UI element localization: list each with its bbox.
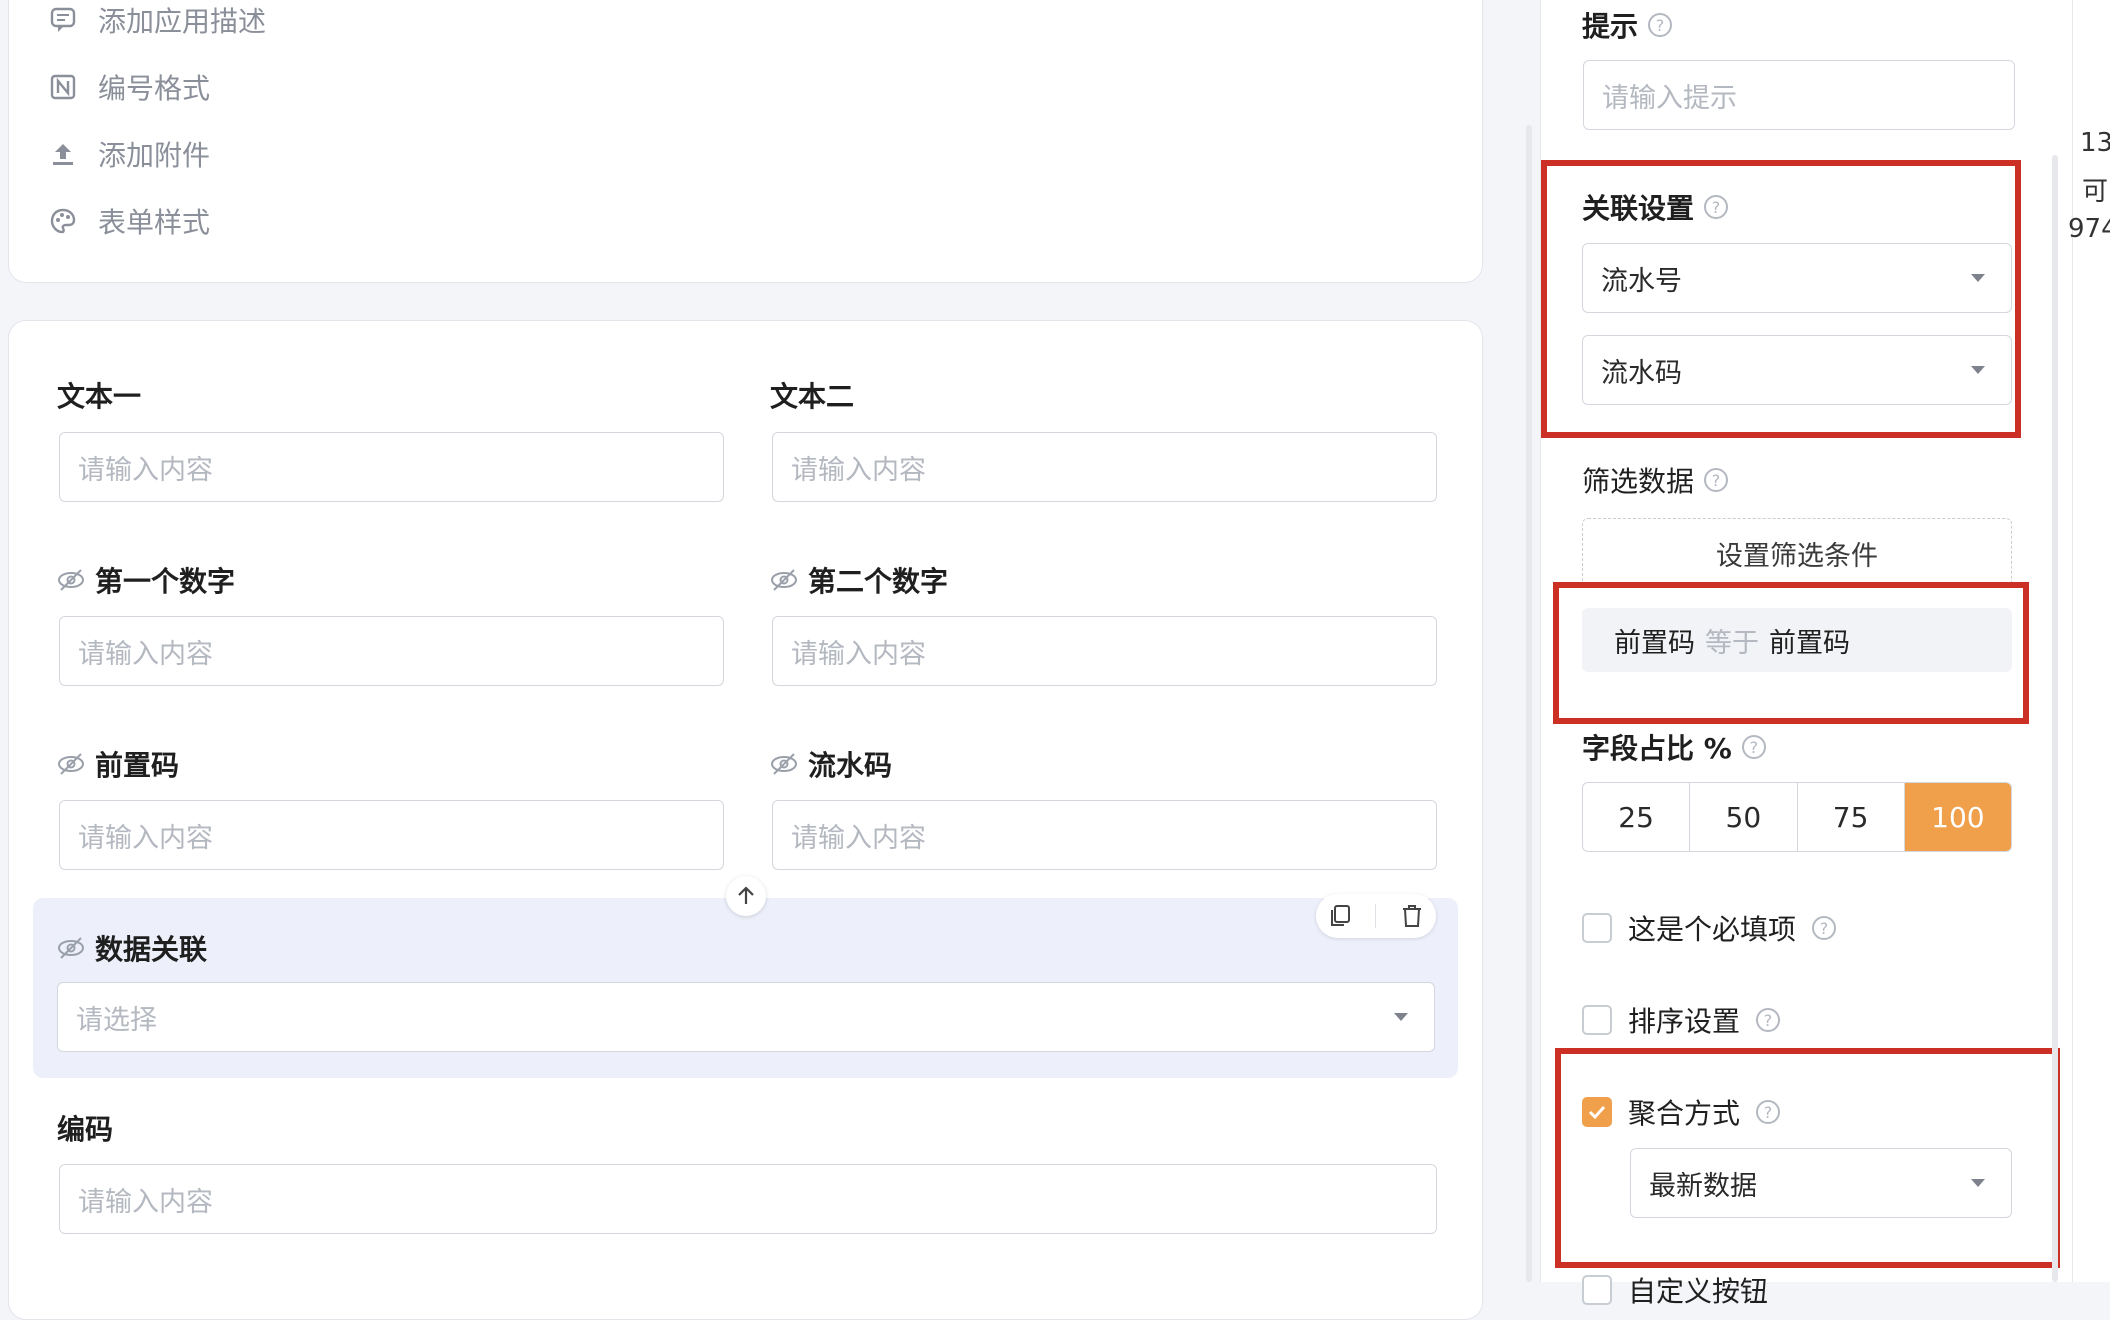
relation-select[interactable]: 请选择 bbox=[57, 982, 1435, 1052]
custom-button-label: 自定义按钮 bbox=[1628, 1275, 1769, 1308]
trash-icon[interactable] bbox=[1399, 903, 1425, 929]
filter-data-label: 筛选数据? bbox=[1582, 460, 1729, 500]
menu-item-add-description[interactable]: 添加应用描述 bbox=[50, 0, 266, 40]
field-label-num1: 第一个数字 bbox=[57, 560, 235, 600]
menu-item-label: 添加应用描述 bbox=[98, 5, 267, 38]
help-icon[interactable]: ? bbox=[1704, 468, 1729, 492]
field-label-text1: 文本一 bbox=[57, 380, 142, 413]
menu-item-form-style[interactable]: 表单样式 bbox=[50, 201, 210, 241]
field-label-num2: 第二个数字 bbox=[770, 560, 948, 600]
eye-hidden-icon bbox=[58, 569, 84, 591]
help-icon[interactable]: ? bbox=[1812, 916, 1837, 940]
settings-card bbox=[8, 0, 1483, 283]
palette-icon bbox=[50, 208, 76, 234]
form-scrollbar[interactable] bbox=[1526, 125, 1532, 1282]
field-label-prefix: 前置码 bbox=[57, 744, 179, 784]
relation-select-placeholder: 请选择 bbox=[76, 1004, 157, 1036]
help-icon[interactable]: ? bbox=[1756, 1008, 1781, 1032]
arrow-up-icon bbox=[738, 886, 754, 904]
sort-checkbox[interactable] bbox=[1582, 1005, 1612, 1035]
field-label-relation: 数据关联 bbox=[57, 928, 207, 968]
background-text: 可 bbox=[2082, 177, 2109, 207]
num2-input[interactable]: 请输入内容 bbox=[772, 616, 1437, 686]
num1-input[interactable]: 请输入内容 bbox=[59, 616, 724, 686]
custom-button-option[interactable]: 自定义按钮 bbox=[1582, 1270, 1768, 1310]
toolbar-divider bbox=[1375, 904, 1377, 928]
comment-icon bbox=[50, 7, 76, 32]
set-filter-button[interactable]: 设置筛选条件 bbox=[1582, 518, 2012, 588]
background-text: 974 bbox=[2068, 214, 2110, 244]
required-label: 这是个必填项 bbox=[1628, 913, 1797, 946]
upload-icon bbox=[53, 144, 73, 165]
eye-hidden-icon bbox=[771, 569, 797, 591]
field-label-code: 编码 bbox=[57, 1113, 114, 1146]
width-option-75[interactable]: 75 bbox=[1798, 783, 1905, 851]
eye-hidden-icon bbox=[58, 753, 84, 775]
width-option-50[interactable]: 50 bbox=[1690, 783, 1798, 851]
hint-label: 提示? bbox=[1582, 5, 1673, 45]
field-toolbar bbox=[1316, 894, 1436, 938]
help-icon[interactable]: ? bbox=[1648, 13, 1673, 37]
annotation-box-link-settings bbox=[1541, 160, 2021, 438]
menu-item-label: 编号格式 bbox=[98, 72, 211, 105]
width-option-100[interactable]: 100 bbox=[1904, 783, 2011, 851]
required-checkbox[interactable] bbox=[1582, 913, 1612, 943]
annotation-box-filter bbox=[1553, 582, 2029, 724]
code-input[interactable]: 请输入内容 bbox=[59, 1164, 1437, 1234]
background-text: 13 bbox=[2080, 128, 2110, 158]
move-up-button[interactable] bbox=[726, 876, 766, 916]
width-option-25[interactable]: 25 bbox=[1583, 783, 1691, 851]
hint-input[interactable]: 请输入提示 bbox=[1583, 60, 2015, 130]
prefix-input[interactable]: 请输入内容 bbox=[59, 800, 724, 870]
required-option[interactable]: 这是个必填项 ? bbox=[1582, 908, 1837, 948]
help-icon[interactable]: ? bbox=[1741, 735, 1766, 759]
custom-button-checkbox[interactable] bbox=[1582, 1275, 1612, 1305]
annotation-box-aggregate bbox=[1555, 1048, 2060, 1268]
copy-icon[interactable] bbox=[1327, 903, 1353, 929]
sort-label: 排序设置 bbox=[1628, 1005, 1741, 1038]
field-label-serial: 流水码 bbox=[770, 744, 892, 784]
menu-item-add-attachment[interactable]: 添加附件 bbox=[50, 134, 210, 174]
menu-item-label: 表单样式 bbox=[98, 206, 211, 239]
text1-input[interactable]: 请输入内容 bbox=[59, 432, 724, 502]
menu-item-number-format[interactable]: 编号格式 bbox=[50, 67, 210, 107]
menu-item-label: 添加附件 bbox=[98, 139, 211, 172]
number-format-icon bbox=[50, 74, 76, 100]
eye-hidden-icon bbox=[771, 753, 797, 775]
chevron-down-icon bbox=[1394, 1013, 1408, 1021]
width-ratio-label: 字段占比 %? bbox=[1582, 727, 1766, 767]
panel-scrollbar[interactable] bbox=[2052, 155, 2058, 1282]
width-ratio-selector: 25 50 75 100 bbox=[1582, 782, 2012, 852]
serial-input[interactable]: 请输入内容 bbox=[772, 800, 1437, 870]
eye-hidden-icon bbox=[58, 937, 84, 959]
field-label-text2: 文本二 bbox=[770, 380, 855, 413]
sort-option[interactable]: 排序设置 ? bbox=[1582, 1000, 1781, 1040]
text2-input[interactable]: 请输入内容 bbox=[772, 432, 1437, 502]
